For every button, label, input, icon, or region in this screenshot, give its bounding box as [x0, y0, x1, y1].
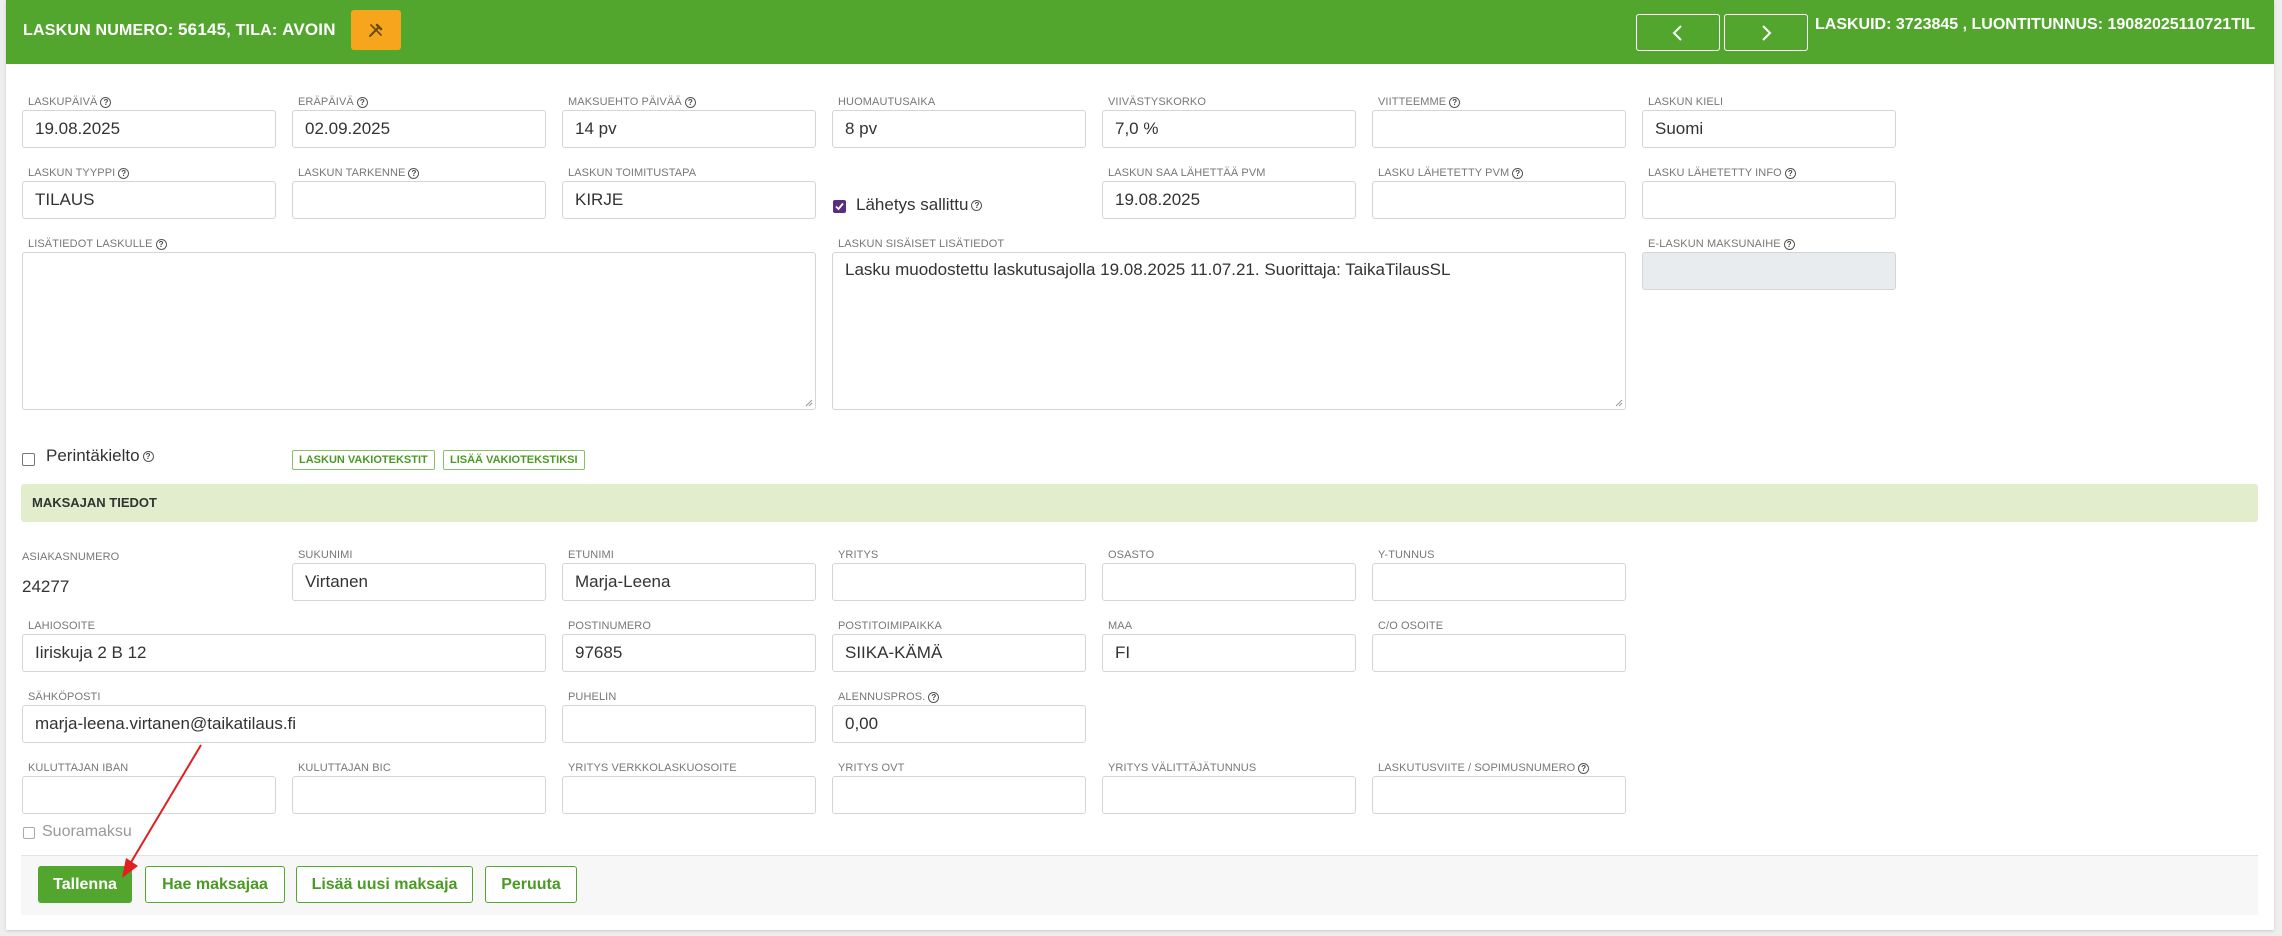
edit-button[interactable]	[351, 10, 401, 50]
chevron-left-icon	[1672, 24, 1682, 41]
info-icon[interactable]: ?	[1783, 238, 1795, 250]
laskun-vakiotekstit-button[interactable]: Laskun vakiotekstit	[292, 450, 435, 470]
lisaa-vakiotekstiksi-button[interactable]: Lisää vakiotekstiksi	[443, 450, 585, 470]
info-icon[interactable]: ?	[1578, 762, 1590, 774]
co-osoite-input[interactable]	[1372, 634, 1626, 672]
erapaiva-input[interactable]: 02.09.2025	[292, 110, 546, 148]
laskun-kieli-input[interactable]: Suomi	[1642, 110, 1896, 148]
postinumero-input[interactable]: 97685	[562, 634, 816, 672]
info-icon[interactable]: ?	[408, 167, 420, 179]
viitteemme-input[interactable]	[1372, 110, 1626, 148]
suoramaksu-checkbox[interactable]	[23, 827, 35, 839]
find-payer-button[interactable]: Hae maksajaa	[145, 866, 285, 903]
save-button[interactable]: Tallenna	[38, 866, 132, 903]
etunimi-input[interactable]: Marja-Leena	[562, 563, 816, 601]
invoice-title: LASKUN NUMERO: 56145, TILA: AVOIN	[23, 20, 336, 40]
invoice-card: LASKUN NUMERO: 56145, TILA: AVOIN LASKUI…	[6, 0, 2274, 930]
viivastyskorko-input[interactable]: 7,0 %	[1102, 110, 1356, 148]
info-icon[interactable]: ?	[142, 451, 154, 463]
lahetetty-info-input[interactable]	[1642, 181, 1896, 219]
lisatiedot-textarea[interactable]	[22, 252, 816, 410]
postitoimipaikka-input[interactable]: SIIKA-KÄMÄ	[832, 634, 1086, 672]
info-icon[interactable]: ?	[1449, 96, 1461, 108]
edit-tools-icon	[369, 23, 383, 37]
ovt-input[interactable]	[832, 776, 1086, 814]
invoice-header: LASKUN NUMERO: 56145, TILA: AVOIN LASKUI…	[6, 0, 2274, 64]
add-payer-button[interactable]: Lisää uusi maksaja	[296, 866, 473, 903]
sisaiset-lisatiedot-textarea[interactable]: Lasku muodostettu laskutusajolla 19.08.2…	[832, 252, 1626, 410]
info-icon[interactable]: ?	[971, 200, 983, 212]
info-icon[interactable]: ?	[684, 96, 696, 108]
previous-invoice-button[interactable]	[1636, 14, 1720, 51]
form-footer: Tallenna Hae maksajaa Lisää uusi maksaja…	[21, 855, 2258, 915]
alennuspros-input[interactable]: 0,00	[832, 705, 1086, 743]
laskutusviite-input[interactable]	[1372, 776, 1626, 814]
toimitustapa-input[interactable]: KIRJE	[562, 181, 816, 219]
invoice-number: 56145	[178, 20, 227, 39]
info-icon[interactable]: ?	[118, 167, 130, 179]
lahetys-sallittu-checkbox[interactable]	[833, 200, 846, 213]
invoice-status: AVOIN	[282, 20, 336, 39]
lahetys-sallittu-label: Lähetys sallittu?	[856, 195, 983, 215]
invoice-number-label: LASKUN NUMERO:	[23, 22, 174, 39]
checkmark-icon	[835, 202, 844, 211]
lahiosoite-input[interactable]: Iiriskuja 2 B 12	[22, 634, 546, 672]
verkkolaskuosoite-input[interactable]	[562, 776, 816, 814]
laskun-tyyppi-input[interactable]: TILAUS	[22, 181, 276, 219]
laskupaiva-input[interactable]: 19.08.2025	[22, 110, 276, 148]
info-icon[interactable]: ?	[1512, 167, 1524, 179]
saa-lahettaa-pvm-input[interactable]: 19.08.2025	[1102, 181, 1356, 219]
maa-input[interactable]: FI	[1102, 634, 1356, 672]
asiakasnumero-value: 24277	[22, 577, 70, 596]
payer-section-header: MAKSAJAN TIEDOT	[21, 484, 2258, 522]
info-icon[interactable]: ?	[1784, 167, 1796, 179]
puhelin-input[interactable]	[562, 705, 816, 743]
maksuehto-input[interactable]: 14 pv	[562, 110, 816, 148]
info-icon[interactable]: ?	[356, 96, 368, 108]
laskun-tarkenne-input[interactable]	[292, 181, 546, 219]
cancel-button[interactable]: Peruuta	[485, 866, 577, 903]
sahkoposti-input[interactable]: marja-leena.virtanen@taikatilaus.fi	[22, 705, 546, 743]
resize-grip-icon[interactable]	[1615, 399, 1623, 407]
suoramaksu-label: Suoramaksu	[42, 823, 132, 840]
ytunnus-input[interactable]	[1372, 563, 1626, 601]
chevron-right-icon	[1762, 24, 1772, 41]
resize-grip-icon[interactable]	[805, 399, 813, 407]
status-label: , TILA:	[226, 22, 278, 39]
valittajatunnus-input[interactable]	[1102, 776, 1356, 814]
sukunimi-input[interactable]: Virtanen	[292, 563, 546, 601]
info-icon[interactable]: ?	[155, 238, 167, 250]
next-invoice-button[interactable]	[1724, 14, 1808, 51]
invoice-id-info: LASKUID: 3723845 , LUONTITUNNUS: 1908202…	[1815, 16, 2256, 33]
huomautusaika-input[interactable]: 8 pv	[832, 110, 1086, 148]
e-laskun-maksunaihe-input	[1642, 252, 1896, 290]
info-icon[interactable]: ?	[928, 691, 940, 703]
perintakielto-checkbox[interactable]	[22, 453, 35, 466]
perintakielto-label: Perintäkielto?	[46, 446, 154, 466]
yritys-input[interactable]	[832, 563, 1086, 601]
lahetetty-pvm-input[interactable]	[1372, 181, 1626, 219]
iban-input[interactable]	[22, 776, 276, 814]
bic-input[interactable]	[292, 776, 546, 814]
info-icon[interactable]: ?	[100, 96, 112, 108]
osasto-input[interactable]	[1102, 563, 1356, 601]
